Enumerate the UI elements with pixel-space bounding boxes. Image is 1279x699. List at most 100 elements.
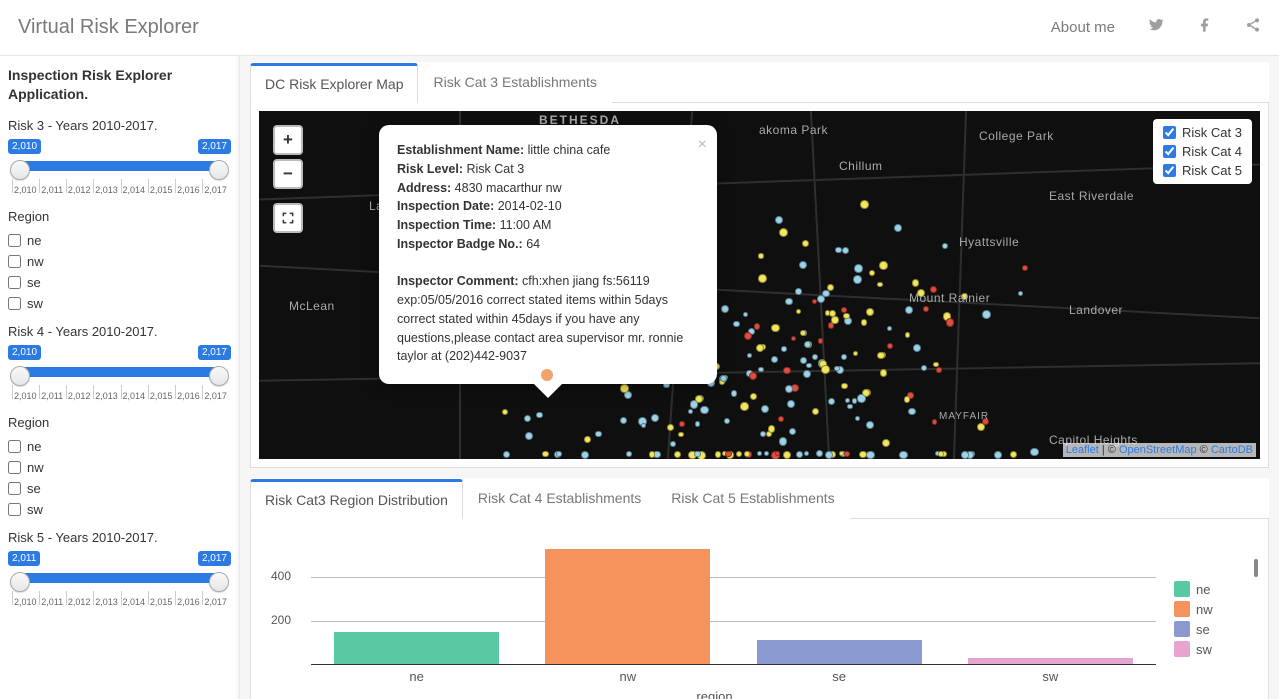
map-marker[interactable]	[775, 216, 783, 224]
map-marker[interactable]	[649, 451, 656, 458]
map[interactable]: BETHESDA McLean Langle akoma Park Chillu…	[259, 111, 1260, 459]
twitter-icon[interactable]	[1147, 16, 1165, 39]
map-marker[interactable]	[882, 439, 890, 447]
chart-legend-sw[interactable]: sw	[1174, 641, 1258, 657]
map-marker[interactable]	[821, 365, 830, 374]
popup-close-icon[interactable]: ×	[698, 133, 707, 157]
map-marker[interactable]	[694, 451, 700, 457]
map-marker[interactable]	[828, 398, 835, 405]
map-marker[interactable]	[760, 431, 766, 437]
map-marker[interactable]	[502, 409, 508, 415]
map-marker[interactable]	[912, 279, 919, 286]
map-marker[interactable]	[843, 313, 850, 320]
map-marker[interactable]	[503, 451, 510, 458]
map-marker[interactable]	[1018, 291, 1024, 297]
chart-legend-handle-icon[interactable]	[1254, 559, 1258, 577]
map-marker[interactable]	[946, 318, 955, 327]
risk3-region-sw[interactable]: sw	[8, 293, 231, 314]
map-marker[interactable]	[852, 398, 858, 404]
map-marker[interactable]	[725, 451, 731, 457]
map-marker[interactable]	[651, 414, 659, 422]
map-marker[interactable]	[733, 321, 740, 328]
about-link[interactable]: About me	[1051, 19, 1115, 36]
map-marker[interactable]	[749, 372, 757, 380]
map-marker[interactable]	[1010, 451, 1017, 458]
map-marker[interactable]	[542, 451, 548, 457]
map-marker[interactable]	[679, 421, 685, 427]
risk3-region-ne[interactable]: ne	[8, 230, 231, 251]
map-marker[interactable]	[620, 384, 628, 392]
map-marker[interactable]	[831, 316, 838, 323]
map-marker[interactable]	[982, 310, 991, 319]
map-marker[interactable]	[842, 247, 849, 254]
map-marker[interactable]	[800, 357, 807, 364]
map-marker[interactable]	[866, 421, 874, 429]
map-marker[interactable]	[758, 253, 763, 258]
risk3-left-handle[interactable]	[10, 160, 30, 180]
map-marker[interactable]	[844, 451, 850, 457]
map-marker[interactable]	[785, 298, 793, 306]
map-marker[interactable]	[855, 416, 860, 421]
map-marker[interactable]	[724, 418, 730, 424]
map-marker[interactable]	[778, 416, 784, 422]
map-marker[interactable]	[812, 408, 819, 415]
map-marker[interactable]	[845, 398, 850, 403]
map-marker[interactable]	[756, 344, 764, 352]
map-marker[interactable]	[525, 432, 533, 440]
map-marker[interactable]	[695, 395, 703, 403]
map-marker[interactable]	[827, 284, 834, 291]
map-marker[interactable]	[933, 362, 939, 368]
map-marker[interactable]	[854, 264, 863, 273]
leaflet-link[interactable]: Leaflet	[1066, 444, 1099, 456]
map-marker[interactable]	[626, 451, 632, 457]
map-marker[interactable]	[825, 310, 830, 315]
map-marker[interactable]	[761, 405, 769, 413]
map-marker[interactable]	[641, 423, 646, 428]
risk3-region-nw[interactable]: nw	[8, 251, 231, 272]
map-marker[interactable]	[905, 306, 913, 314]
map-marker[interactable]	[841, 354, 847, 360]
map-marker[interactable]	[747, 353, 752, 358]
risk5-right-handle[interactable]	[209, 572, 229, 592]
facebook-icon[interactable]	[1197, 17, 1213, 38]
map-marker[interactable]	[721, 305, 729, 313]
map-marker[interactable]	[879, 261, 888, 270]
risk4-region-ne[interactable]: ne	[8, 436, 231, 457]
tab-riskcat4-estab[interactable]: Risk Cat 4 Establishments	[463, 479, 656, 519]
map-marker[interactable]	[818, 338, 823, 343]
risk5-left-handle[interactable]	[10, 572, 30, 592]
map-marker[interactable]	[595, 431, 601, 437]
map-marker[interactable]	[783, 451, 791, 459]
tab-riskcat5-estab[interactable]: Risk Cat 5 Establishments	[656, 479, 849, 519]
osm-link[interactable]: OpenStreetMap	[1119, 444, 1197, 456]
tab-riskcat3-estab[interactable]: Risk Cat 3 Establishments	[418, 63, 611, 103]
map-marker[interactable]	[847, 404, 853, 410]
map-marker[interactable]	[783, 367, 790, 374]
map-marker[interactable]	[670, 441, 676, 447]
fullscreen-button[interactable]	[273, 203, 303, 233]
map-marker[interactable]	[584, 436, 591, 443]
map-marker[interactable]	[781, 346, 787, 352]
map-marker[interactable]	[866, 451, 874, 459]
map-marker[interactable]	[796, 451, 803, 458]
chart-legend-se[interactable]: se	[1174, 621, 1258, 637]
risk3-slider[interactable]: 2,010 2,017 2,0102,0112,0122,0132,0142,0…	[8, 139, 231, 203]
map-marker[interactable]	[744, 332, 752, 340]
legend-riskcat3[interactable]: Risk Cat 3	[1163, 125, 1242, 140]
risk4-slider[interactable]: 2,010 2,017 2,0102,0112,0122,0132,0142,0…	[8, 345, 231, 409]
map-marker[interactable]	[866, 308, 874, 316]
legend-riskcat5[interactable]: Risk Cat 5	[1163, 163, 1242, 178]
map-marker[interactable]	[678, 432, 683, 437]
map-marker[interactable]	[894, 224, 902, 232]
map-marker[interactable]	[905, 332, 910, 337]
map-marker[interactable]	[812, 354, 818, 360]
carto-link[interactable]: CartoDB	[1211, 444, 1253, 456]
map-marker[interactable]	[908, 408, 916, 416]
risk4-region-se[interactable]: se	[8, 478, 231, 499]
map-marker[interactable]	[921, 365, 928, 372]
map-marker[interactable]	[853, 275, 862, 284]
risk4-right-handle[interactable]	[209, 366, 229, 386]
risk3-region-se[interactable]: se	[8, 272, 231, 293]
map-marker[interactable]	[802, 240, 809, 247]
risk4-left-handle[interactable]	[10, 366, 30, 386]
